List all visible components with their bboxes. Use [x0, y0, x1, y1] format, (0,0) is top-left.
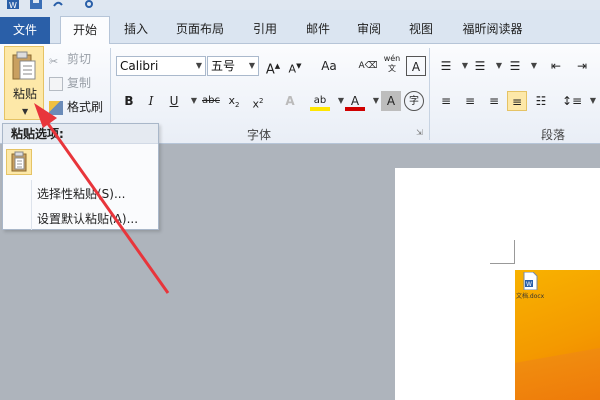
annotation-arrow — [34, 103, 170, 294]
